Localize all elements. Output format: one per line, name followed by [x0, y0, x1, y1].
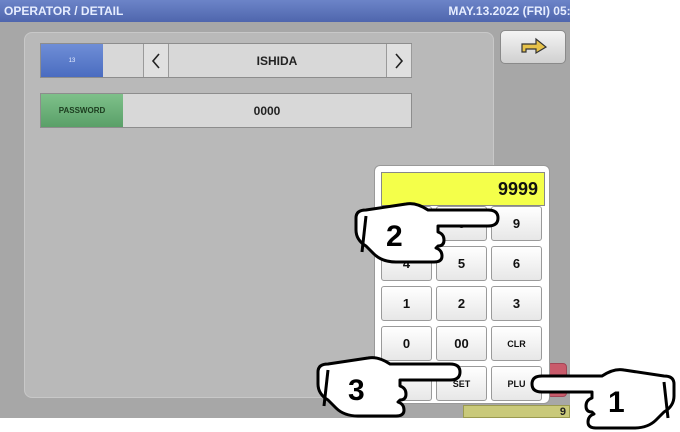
password-field[interactable]: 0000: [123, 94, 411, 127]
operator-number: 13: [41, 44, 103, 77]
key-2[interactable]: 2: [436, 286, 487, 321]
pointing-hand-icon: 3: [316, 356, 462, 418]
pointing-hand-icon: 2: [354, 202, 500, 264]
clear-key[interactable]: CLR: [491, 326, 542, 361]
date-time: MAY.13.2022 (FRI) 05:40: [448, 4, 570, 18]
return-arrow-icon: [521, 37, 548, 55]
operator-name[interactable]: ISHIDA: [169, 44, 385, 77]
next-operator-button[interactable]: [386, 44, 412, 77]
password-label: PASSWORD: [41, 94, 123, 127]
operator-row: 13 ISHIDA: [40, 43, 412, 78]
key-3[interactable]: 3: [491, 286, 542, 321]
chevron-left-icon: [151, 52, 160, 69]
password-row: PASSWORD 0000: [40, 93, 412, 128]
prev-operator-button[interactable]: [143, 44, 169, 77]
pointing-hand-icon: 1: [530, 368, 676, 430]
title-bar: OPERATOR / DETAIL MAY.13.2022 (FRI) 05:4…: [0, 0, 570, 22]
back-button[interactable]: [500, 30, 566, 64]
callout-1-label: 1: [608, 386, 625, 419]
chevron-right-icon: [395, 52, 404, 69]
screen-title: OPERATOR / DETAIL: [4, 4, 124, 18]
key-1[interactable]: 1: [381, 286, 432, 321]
callout-3-label: 3: [348, 374, 365, 407]
callout-2-label: 2: [386, 220, 403, 253]
